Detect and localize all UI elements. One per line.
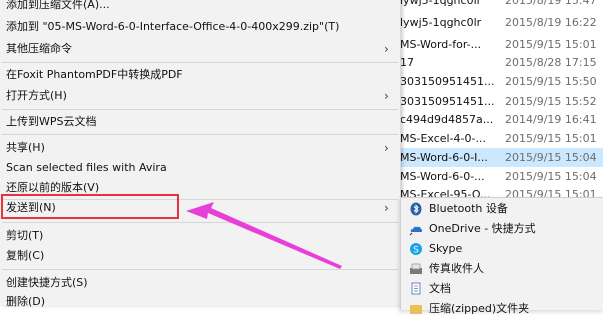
highlight-box — [1, 194, 179, 219]
menu-item-delete[interactable]: 删除(D) — [0, 291, 400, 313]
submenu-item-label: Skype — [429, 242, 463, 255]
chevron-right-icon: › — [384, 201, 389, 215]
file-date: 2014/9/19 16:41 — [505, 113, 597, 126]
menu-item-cut[interactable]: 剪切(T) — [0, 225, 400, 247]
chevron-right-icon: › — [384, 141, 389, 155]
chevron-right-icon: › — [384, 42, 389, 56]
file-name: 17 — [400, 56, 414, 69]
menu-item-label: 共享(H) — [6, 141, 45, 154]
submenu-item-label: 文档 — [429, 282, 451, 295]
file-name: 3031509514​51... — [400, 75, 495, 88]
onedrive-icon — [409, 226, 423, 236]
menu-item-add-zip[interactable]: 添加到 "05-MS-Word-6-0-Interface-Office-4-0… — [0, 16, 400, 38]
submenu-item-onedrive[interactable]: OneDrive - 快捷方式 — [401, 219, 603, 239]
file-date: 2015/9/15 15:04 — [505, 170, 597, 183]
bluetooth-icon — [410, 202, 422, 216]
menu-separator — [2, 222, 398, 223]
file-row[interactable]: 3031509514​51... 2015/9/15 15:52 — [397, 92, 603, 111]
file-name: MS-Word-6-0-I... — [400, 151, 488, 164]
file-row[interactable]: 17 2015/8/28 17:15 — [397, 53, 603, 72]
submenu-item-documents[interactable]: 文档 — [401, 279, 603, 299]
menu-item-add-archive[interactable]: 添加到压缩文件(A)... — [0, 0, 400, 16]
menu-item-label: 复制(C) — [6, 249, 45, 262]
menu-item-foxit-convert[interactable]: 在Foxit PhantomPDF中转换成PDF — [0, 64, 400, 86]
documents-icon — [411, 282, 421, 295]
file-date: 2015/9/15 15:01 — [505, 38, 597, 51]
submenu-item-label: OneDrive - 快捷方式 — [429, 222, 536, 235]
submenu-item-fax[interactable]: 传真收件人 — [401, 259, 603, 279]
zip-folder-icon — [410, 305, 422, 314]
menu-item-label: 打开方式(H) — [6, 89, 67, 102]
skype-icon: S — [410, 243, 422, 256]
file-name: MS-Excel-4-0-... — [400, 132, 486, 145]
menu-item-label: 其他压缩命令 — [6, 42, 72, 55]
submenu-item-label: 压缩(zipped)文件夹 — [429, 302, 530, 315]
submenu-item-label: Bluetooth 设备 — [429, 202, 508, 215]
file-date: 2015/9/15 15:04 — [505, 151, 597, 164]
submenu-item-bluetooth[interactable]: Bluetooth 设备 — [401, 199, 603, 219]
file-row[interactable]: 3031509514​51... 2015/9/15 15:50 — [397, 72, 603, 91]
file-row[interactable]: lywj5-1qghc0lr 2015/8/19 16:22 — [397, 13, 603, 32]
file-name: 3031509514​51... — [400, 95, 495, 108]
context-menu: 添加到压缩文件(A)... 添加到 "05-MS-Word-6-0-Interf… — [0, 0, 401, 308]
file-name: lywj5-1qghc0lr — [400, 16, 482, 29]
submenu-item-skype[interactable]: S Skype — [401, 239, 603, 259]
menu-separator — [2, 62, 398, 63]
file-date: 2015/9/15 15:52 — [505, 95, 597, 108]
file-name: MS-Word-6-0-... — [400, 170, 485, 183]
file-row[interactable]: c494d9d4857a... 2014/9/19 16:41 — [397, 110, 603, 129]
file-date: 2015/8/19 15:47 — [505, 0, 597, 7]
menu-item-label: 剪切(T) — [6, 229, 44, 242]
file-row[interactable]: MS-Word-6-0-... 2015/9/15 15:04 — [397, 167, 603, 186]
file-name: lywj5-1qghc0lr — [400, 0, 482, 7]
file-name: c494d9d4857a... — [400, 113, 494, 126]
chevron-right-icon: › — [384, 89, 389, 103]
file-name: MS-Word-for-... — [400, 38, 482, 51]
menu-item-other-compress[interactable]: 其他压缩命令 › — [0, 38, 400, 60]
svg-text:S: S — [413, 246, 419, 256]
file-date: 2015/8/28 17:15 — [505, 56, 597, 69]
submenu-item-label: 传真收件人 — [429, 262, 484, 275]
menu-separator — [2, 269, 398, 270]
menu-item-label: 在Foxit PhantomPDF中转换成PDF — [6, 68, 183, 81]
menu-separator — [2, 109, 398, 110]
file-row[interactable]: lywj5-1qghc0lr 2015/8/19 15:47 — [397, 0, 603, 10]
menu-item-avira-scan[interactable]: Scan selected files with Avira — [0, 157, 400, 179]
file-row[interactable]: MS-Excel-4-0-... 2015/9/15 15:01 — [397, 129, 603, 148]
file-date: 2015/9/15 15:50 — [505, 75, 597, 88]
menu-item-label: Scan selected files with Avira — [6, 161, 167, 174]
menu-separator — [2, 134, 398, 135]
fax-icon — [410, 263, 422, 274]
menu-item-copy[interactable]: 复制(C) — [0, 245, 400, 267]
menu-item-upload-wps[interactable]: 上传到WPS云文档 — [0, 111, 400, 133]
menu-item-label: 添加到压缩文件(A)... — [6, 0, 110, 11]
file-row-selected[interactable]: MS-Word-6-0-I... 2015/9/15 15:04 — [397, 148, 603, 167]
file-date: 2015/8/19 16:22 — [505, 16, 597, 29]
menu-item-label: 上传到WPS云文档 — [6, 115, 97, 128]
menu-item-label: 删除(D) — [6, 295, 46, 308]
menu-item-label: 添加到 "05-MS-Word-6-0-Interface-Office-4-0… — [6, 20, 340, 33]
menu-item-open-with[interactable]: 打开方式(H) › — [0, 85, 400, 107]
submenu-item-zip-folder[interactable]: 压缩(zipped)文件夹 — [401, 299, 603, 319]
send-to-submenu: Bluetooth 设备 OneDrive - 快捷方式 S Skype 传真收… — [400, 197, 603, 315]
file-row[interactable]: MS-Word-for-... 2015/9/15 15:01 — [397, 35, 603, 54]
menu-item-share[interactable]: 共享(H) › — [0, 137, 400, 159]
file-date: 2015/9/15 15:01 — [505, 132, 597, 145]
